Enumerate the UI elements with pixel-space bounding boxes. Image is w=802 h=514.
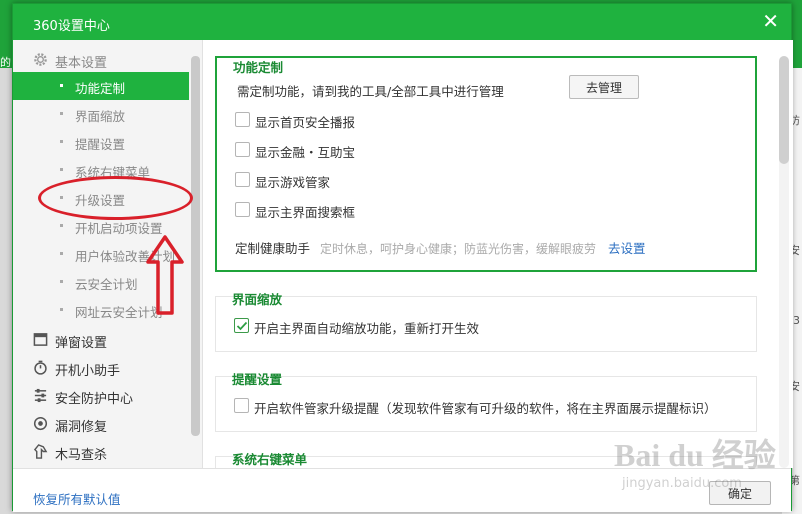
checkbox[interactable]	[235, 172, 250, 187]
sidebar-group-protection[interactable]: 安全防护中心	[13, 382, 189, 410]
option-label: 显示游戏管家	[255, 175, 331, 190]
sidebar-group-label: 弹窗设置	[55, 336, 108, 351]
checkbox[interactable]	[234, 398, 249, 413]
content-panel: 功能定制 需定制功能，请到我的工具/全部工具中进行管理 去管理 显示首页安全播报…	[203, 40, 793, 468]
bullet-icon	[60, 84, 63, 87]
ok-button[interactable]: 确定	[709, 481, 771, 505]
restore-defaults-link[interactable]: 恢复所有默认值	[33, 489, 121, 508]
manage-button[interactable]: 去管理	[569, 75, 639, 99]
bullet-icon	[60, 252, 63, 255]
sidebar-item-ux-plan[interactable]: 用户体验改善计划	[13, 240, 189, 268]
bullet-icon	[60, 140, 63, 143]
option-label: 显示主界面搜索框	[255, 205, 356, 220]
sidebar-item-label: 升级设置	[75, 193, 126, 208]
title-bar: 360设置中心 ✕	[13, 4, 791, 40]
bullet-icon	[60, 168, 63, 171]
settings-dialog: 360设置中心 ✕ 基本设置 功能定制 界面缩放 提醒设置 系统右键菜单 升级设…	[12, 3, 793, 512]
sidebar-group-label: 安全防护中心	[55, 392, 134, 407]
sidebar-item-label: 系统右键菜单	[75, 165, 151, 180]
sidebar-item-label: 界面缩放	[75, 109, 126, 124]
close-icon[interactable]: ✕	[762, 10, 779, 32]
option-label: 显示首页安全播报	[255, 115, 356, 130]
background-right-char: 3	[793, 314, 800, 327]
sidebar-item-url-cloud-security[interactable]: 网址云安全计划	[13, 296, 189, 324]
sidebar-item-label: 开机启动项设置	[75, 221, 163, 236]
sidebar-group-vuln-fix[interactable]: 漏洞修复	[13, 410, 189, 438]
sidebar-group-startup-helper[interactable]: 开机小助手	[13, 354, 189, 382]
timer-icon	[34, 360, 47, 375]
sidebar-item-label: 云安全计划	[75, 277, 138, 292]
checkmark-icon	[236, 321, 248, 331]
health-helper-note: 定时休息，呵护身心健康；防蓝光伤害，缓解眼疲劳	[320, 242, 597, 256]
section-ui-zoom: 界面缩放 开启主界面自动缩放功能，重新打开生效	[215, 292, 757, 352]
equalizer-icon	[34, 388, 47, 403]
bullet-icon	[60, 280, 63, 283]
dialog-footer: 恢复所有默认值 确定	[13, 468, 791, 512]
checkbox[interactable]	[235, 142, 250, 157]
content-scrollbar[interactable]	[779, 56, 789, 164]
health-helper-row: 定制健康助手 定时休息，呵护身心健康；防蓝光伤害，缓解眼疲劳 去设置	[235, 238, 646, 257]
sidebar: 基本设置 功能定制 界面缩放 提醒设置 系统右键菜单 升级设置 开机启动项设置	[13, 40, 203, 468]
sidebar-item-label: 网址云安全计划	[75, 305, 163, 320]
bullet-icon	[60, 196, 63, 199]
bullet-icon	[60, 224, 63, 227]
option-label: 开启主界面自动缩放功能，重新打开生效	[254, 321, 480, 336]
option-label: 开启软件管家升级提醒（发现软件管家有可升级的软件，将在主界面展示提醒标识）	[254, 401, 717, 416]
feature-custom-desc: 需定制功能，请到我的工具/全部工具中进行管理	[237, 84, 504, 99]
sidebar-group-trojan-scan[interactable]: 木马查杀	[13, 438, 189, 466]
sidebar-group-label: 漏洞修复	[55, 420, 108, 435]
section-title: 功能定制	[233, 60, 284, 75]
sidebar-item-ui-zoom[interactable]: 界面缩放	[13, 100, 189, 128]
sidebar-group-popup[interactable]: 弹窗设置	[13, 326, 189, 354]
section-title: 界面缩放	[232, 292, 283, 307]
section-reminder: 提醒设置 开启软件管家升级提醒（发现软件管家有可升级的软件，将在主界面展示提醒标…	[215, 372, 757, 432]
sidebar-group-label: 开机小助手	[55, 364, 121, 379]
health-settings-link[interactable]: 去设置	[608, 241, 646, 256]
sidebar-item-label: 功能定制	[75, 81, 126, 96]
sidebar-item-startup[interactable]: 开机启动项设置	[13, 212, 189, 240]
window-title: 360设置中心	[33, 19, 110, 34]
checkbox[interactable]	[235, 202, 250, 217]
sidebar-group-label: 木马查杀	[55, 448, 108, 463]
sidebar-item-context-menu[interactable]: 系统右键菜单	[13, 156, 189, 184]
horse-icon	[33, 444, 48, 459]
sidebar-group-label: 基本设置	[55, 56, 108, 71]
repair-icon	[33, 416, 48, 431]
option-label: 显示金融・互助宝	[255, 145, 356, 160]
sidebar-item-cloud-security[interactable]: 云安全计划	[13, 268, 189, 296]
bullet-icon	[60, 308, 63, 311]
bullet-icon	[60, 112, 63, 115]
section-title: 系统右键菜单	[232, 452, 308, 467]
health-helper-label: 定制健康助手	[235, 241, 311, 256]
sidebar-item-label: 用户体验改善计划	[75, 249, 176, 264]
sidebar-item-upgrade[interactable]: 升级设置	[13, 184, 189, 212]
sidebar-item-reminder[interactable]: 提醒设置	[13, 128, 189, 156]
section-context-menu: 系统右键菜单	[215, 452, 757, 468]
section-title: 提醒设置	[232, 372, 283, 387]
checkbox[interactable]	[235, 112, 250, 127]
sidebar-item-label: 提醒设置	[75, 137, 126, 152]
window-icon	[33, 333, 48, 346]
checkbox-checked[interactable]	[234, 318, 249, 333]
section-feature-custom: 功能定制 需定制功能，请到我的工具/全部工具中进行管理 去管理 显示首页安全播报…	[215, 56, 757, 272]
sidebar-group-basic[interactable]: 基本设置	[13, 46, 189, 74]
gear-icon	[34, 53, 47, 66]
sidebar-scrollbar[interactable]	[191, 56, 200, 436]
sidebar-item-feature-custom[interactable]: 功能定制	[13, 72, 189, 100]
